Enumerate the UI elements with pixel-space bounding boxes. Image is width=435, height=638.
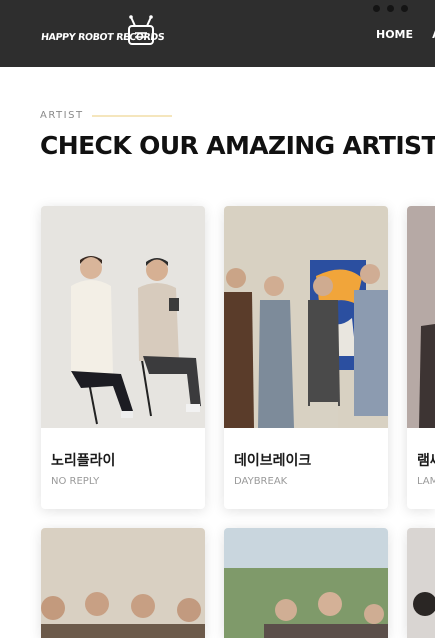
artist-subtitle: LAMI [417, 476, 435, 487]
nav-home[interactable]: HOME [376, 28, 413, 41]
artist-name: 램씨 [417, 453, 435, 469]
logo[interactable]: HAPPY ROBOT RECORDS [40, 15, 165, 51]
artist-card-noreply[interactable]: 노리플라이 NO REPLY [41, 206, 205, 509]
main-nav: HOME AB [376, 23, 435, 42]
section-title: CHECK OUR AMAZING ARTIST [40, 131, 435, 160]
eyebrow-label: ARTIST [40, 110, 84, 121]
artist-photo-row2-3 [407, 528, 435, 638]
artist-card-daybreak[interactable]: 데이브레이크 DAYBREAK [224, 206, 388, 509]
artist-subtitle: NO REPLY [51, 476, 100, 487]
artist-photo-row2-1 [41, 528, 205, 638]
artist-card-row2-1[interactable] [41, 528, 205, 638]
artist-card-lami[interactable]: 램씨 LAMI [407, 206, 435, 509]
artist-photo-lami [407, 206, 435, 428]
top-dots [373, 0, 415, 16]
artist-card-row2-2[interactable] [224, 528, 388, 638]
artist-card-row2-3[interactable] [407, 528, 435, 638]
eyebrow-line [91, 114, 172, 117]
section-eyebrow: ARTIST [40, 110, 172, 121]
site-header: HAPPY ROBOT RECORDS HOME AB [0, 0, 435, 67]
artist-photo-row2-2 [224, 528, 388, 638]
artist-name: 노리플라이 [51, 453, 116, 469]
artist-subtitle: DAYBREAK [234, 476, 288, 487]
artist-photo-daybreak [224, 206, 388, 428]
artist-name: 데이브레이크 [234, 453, 312, 469]
artist-photo-noreply [41, 206, 205, 428]
robot-logo-icon [128, 15, 154, 45]
